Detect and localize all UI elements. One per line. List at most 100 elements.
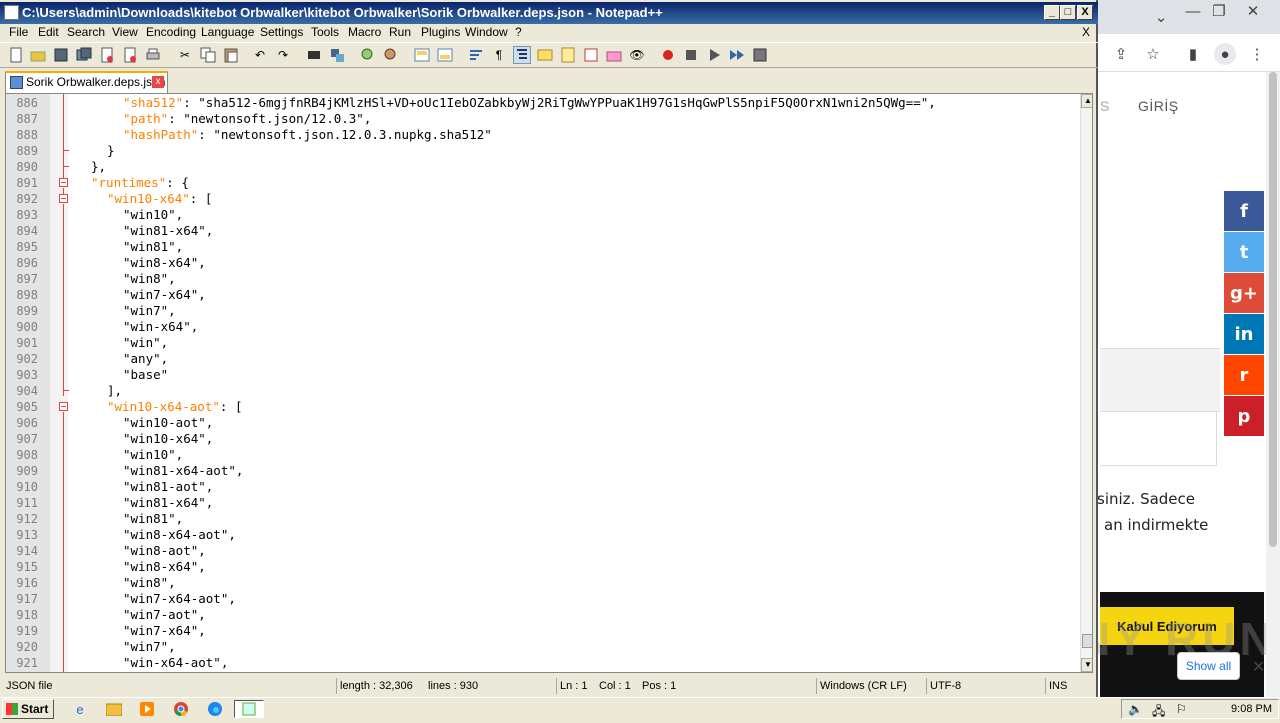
volume-icon[interactable]: 🔈 [1128,702,1143,716]
user-defined-lang-icon[interactable] [536,46,554,64]
download-bar-close-icon[interactable]: ✕ [1252,657,1265,677]
share-icon[interactable]: ⇪ [1110,43,1132,65]
line-number: 920 [16,640,38,654]
menu-settings[interactable]: Settings [260,25,303,39]
restore-icon[interactable]: ❐ [1208,0,1230,22]
undo-icon[interactable]: ↶ [251,46,269,64]
window-title: C:\Users\admin\Downloads\kitebot Orbwalk… [22,5,663,20]
print-icon[interactable] [144,46,162,64]
close-icon[interactable]: ✕ [1242,0,1264,22]
media-player-icon[interactable] [137,700,157,718]
save-macro-icon[interactable] [751,46,769,64]
indent-guide-icon[interactable] [513,46,531,64]
minimize-icon[interactable]: — [1182,0,1204,22]
tab-close-icon[interactable]: x [152,76,164,88]
menu-window[interactable]: Window [465,25,508,39]
menu-help[interactable]: ? [515,25,522,39]
redo-icon[interactable]: ↷ [274,46,292,64]
scroll-down-icon[interactable]: ▼ [1081,658,1092,672]
zoom-out-icon[interactable] [382,46,400,64]
google-plus-share-icon[interactable]: g+ [1224,273,1264,313]
start-button[interactable]: Start [2,699,54,719]
minimize-button[interactable]: _ [1044,5,1060,20]
editor-scrollbar[interactable]: ▲ ▼ [1080,94,1092,672]
menu-view[interactable]: View [112,25,138,39]
folder-workspace-icon[interactable] [605,46,623,64]
new-file-icon[interactable] [7,46,25,64]
scroll-up-icon[interactable]: ▲ [1081,94,1092,108]
show-all-downloads-button[interactable]: Show all [1177,652,1240,680]
play-macro-icon[interactable] [705,46,723,64]
browser-tabbar: ⌄ — ❐ ✕ [1098,0,1280,34]
paste-icon[interactable] [222,46,240,64]
close-file-icon[interactable] [98,46,116,64]
maximize-button[interactable]: □ [1060,5,1076,20]
pinterest-share-icon[interactable]: p [1224,396,1264,436]
code-line: 913 "win8-x64-aot", [6,527,1078,543]
notepadpp-taskbar-icon[interactable] [234,700,264,718]
facebook-share-icon[interactable]: f [1224,191,1264,231]
save-all-icon[interactable] [75,46,93,64]
browser-scrollbar[interactable] [1266,72,1280,697]
nav-link-login[interactable]: GİRİŞ [1138,98,1179,114]
menu-tools[interactable]: Tools [311,25,339,39]
zoom-in-icon[interactable] [359,46,377,64]
sync-vertical-icon[interactable] [413,46,431,64]
line-number: 905 [16,400,38,414]
browser-toolbar: ⇪ ☆ ▮ ● ⋮ [1098,34,1280,72]
line-number: 891 [16,176,38,190]
close-all-icon[interactable] [121,46,139,64]
menu-plugins[interactable]: Plugins [421,25,460,39]
menu-search[interactable]: Search [67,25,105,39]
doc-map-icon[interactable] [559,46,577,64]
copy-icon[interactable] [199,46,217,64]
tab-list-chevron-icon[interactable]: ⌄ [1150,6,1172,28]
menu-language[interactable]: Language [201,25,254,39]
file-icon [10,76,23,89]
menu-macro[interactable]: Macro [348,25,381,39]
monitoring-eye-icon[interactable]: 👁 [628,46,646,64]
json-value: : [ [219,399,243,414]
cut-icon[interactable]: ✂ [176,46,194,64]
ie-icon[interactable]: e [70,700,90,718]
json-value: "win-x64-aot", [123,655,229,670]
replace-icon[interactable] [328,46,346,64]
code-line: 916 "win8", [6,575,1078,591]
function-list-icon[interactable] [582,46,600,64]
show-all-chars-icon[interactable]: ¶ [490,46,508,64]
menu-edit[interactable]: Edit [38,25,59,39]
flag-icon[interactable]: ⚐ [1176,702,1187,716]
explorer-icon[interactable] [104,700,124,718]
find-icon[interactable] [305,46,323,64]
reddit-share-icon[interactable]: r [1224,355,1264,395]
chrome-icon[interactable] [171,700,191,718]
save-icon[interactable] [52,46,70,64]
profile-icon[interactable]: ● [1214,43,1236,65]
kebab-menu-icon[interactable]: ⋮ [1246,43,1268,65]
word-wrap-icon[interactable] [467,46,485,64]
linkedin-share-icon[interactable]: in [1224,314,1264,354]
notepad-window: C:\Users\admin\Downloads\kitebot Orbwalk… [0,0,1098,697]
side-panel-icon[interactable]: ▮ [1182,43,1204,65]
tab-sorik-orbwalker-deps[interactable]: Sorik Orbwalker.deps.json x [5,71,168,93]
nav-link-partial[interactable]: S [1100,98,1109,114]
star-icon[interactable]: ☆ [1142,43,1164,65]
scroll-thumb[interactable] [1082,634,1092,648]
document-close-button[interactable]: X [1082,25,1090,39]
line-number: 890 [16,160,38,174]
twitter-share-icon[interactable]: t [1224,232,1264,272]
record-macro-icon[interactable] [659,46,677,64]
sync-horizontal-icon[interactable] [436,46,454,64]
code-editor[interactable]: 886 "sha512": "sha512-6mgjfnRB4jKMlzHSl+V… [5,93,1093,673]
menu-run[interactable]: Run [389,25,411,39]
stop-macro-icon[interactable] [682,46,700,64]
edge-icon[interactable] [205,700,225,718]
status-pos: Pos : 1 [642,680,677,692]
open-file-icon[interactable] [29,46,47,64]
close-button[interactable]: X [1077,5,1093,20]
menu-file[interactable]: File [9,25,28,39]
json-value: "win81", [123,239,184,254]
run-macro-multiple-icon[interactable] [728,46,746,64]
code-line: 899 "win7", [6,303,1078,319]
menu-encoding[interactable]: Encoding [146,25,196,39]
